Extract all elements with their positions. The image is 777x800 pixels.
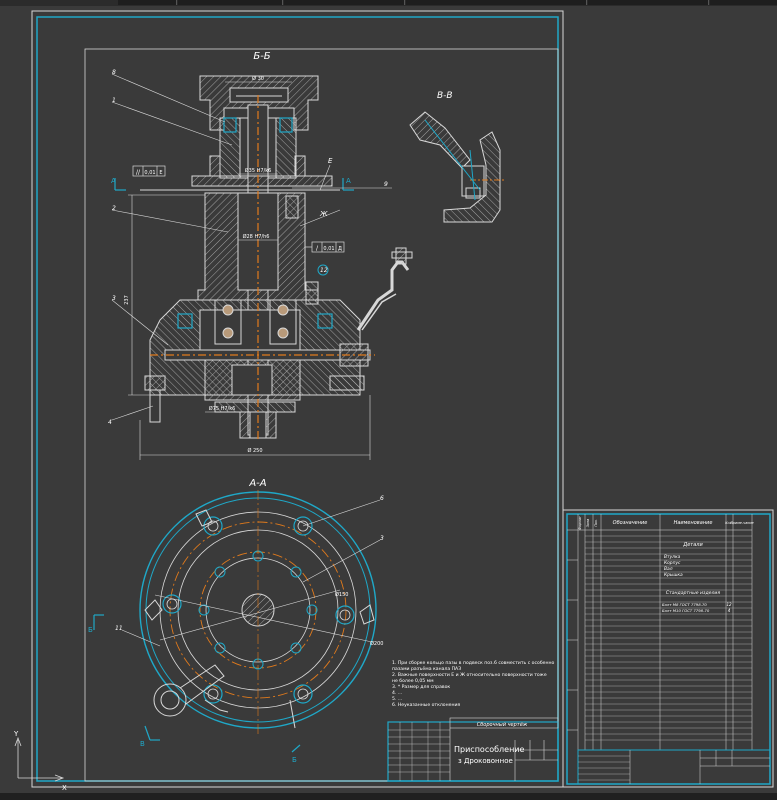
dim-base-width: Ø 250 (247, 447, 262, 454)
note-line: 2. Важные поверхности Е и Ж относительно… (392, 672, 547, 678)
spec-header-zone: Зона (586, 519, 590, 528)
tol1-value: 0,01 (144, 170, 155, 176)
note-line: 5. ... (392, 696, 402, 702)
spec-header-designation: Обозначение (613, 520, 648, 526)
spec-standard-qty: 12 (726, 602, 732, 607)
ucs-x-label: X (62, 784, 67, 792)
cad-drawing-canvas[interactable]: Б-Б Ø 30 Ø35 H7/k6 Ø28 H7/h6 Ø75 H7/k6 2… (0, 0, 777, 800)
callout-6: 6 (380, 495, 384, 502)
marker-e: Е (328, 157, 333, 165)
dim-low-fit: Ø75 H7/k6 (209, 405, 236, 412)
section-aa-drawing (139, 490, 377, 735)
marker-b-bottom: Б (292, 756, 297, 764)
callout-12: 12 (320, 267, 328, 274)
spec-standard-qty: 4 (728, 608, 731, 613)
spec-detail-row: Вал (664, 566, 673, 572)
technical-notes: 1. При сборке кольцо пазы в подвеск поз.… (392, 660, 554, 708)
title-top-row: Сборочный чертёж (477, 722, 528, 728)
spec-header-format: Формат (578, 515, 582, 530)
view-vv-drawing (409, 111, 505, 223)
marker-b: Б (88, 626, 93, 634)
callout-3: 3 (112, 295, 116, 302)
title-name-line1: Приспособление (454, 745, 525, 754)
title-name-line2: з Дроковонное (458, 757, 513, 765)
marker-a-right: A (346, 177, 351, 185)
note-line: пазами разъёма канала ПАЗ (392, 666, 461, 672)
view-title-aa: А-А (248, 478, 266, 489)
tol1-ref: Е (159, 170, 162, 176)
callout-4: 4 (108, 419, 112, 426)
callout-1: 1 (112, 97, 116, 104)
callout-2: 2 (112, 205, 116, 212)
spec-header-name: Наименование (674, 520, 713, 526)
spec-detail-row: Крышка (664, 572, 683, 578)
note-line: 3. * Размер для справок (392, 684, 450, 690)
spec-standard-row: Болт М10 ГОСТ 7798-70 (662, 608, 710, 613)
view-title-vv: В-В (437, 91, 453, 101)
tol2-value: 0,01 (323, 246, 334, 252)
note-line: 4. ... (392, 690, 402, 696)
callout-3-aa: 3 (380, 535, 384, 542)
note-line: 6. Неуказанные отклонения (392, 702, 460, 708)
dim-top-width: Ø 30 (252, 75, 264, 82)
tol2-ref: Д (338, 246, 342, 252)
spec-section-standard: Стандартные изделия (666, 590, 721, 596)
marker-a-left: A (111, 177, 116, 185)
spec-detail-row: Корпус (664, 560, 681, 566)
ucs-icon (14, 736, 65, 782)
section-bb-drawing (140, 75, 413, 439)
note-line: 1. При сборке кольцо пазы в подвеск поз.… (392, 660, 554, 666)
spec-section-details: Детали (682, 542, 703, 548)
dim-mid-fit: Ø28 H7/h6 (243, 233, 270, 240)
spec-header-pos: Поз. (594, 519, 598, 527)
callout-8: 8 (112, 69, 116, 76)
marker-v: В (140, 740, 145, 748)
note-line: не более 0,05 мм (392, 678, 434, 684)
view-title-bb: Б-Б (253, 51, 270, 62)
marker-zh: Ж (319, 210, 328, 218)
spec-standard-row: Болт М8 ГОСТ 7798-70 (662, 602, 707, 607)
dim-circle-large: Ø200 (370, 640, 383, 647)
tol1-symbol: // (136, 169, 141, 176)
dim-bore: Ø35 H7/k6 (245, 167, 272, 174)
markers-aa (93, 614, 301, 753)
tol2-symbol: / (316, 245, 319, 252)
spec-header-note: Приме-чание (730, 521, 753, 525)
spec-detail-row: Втулка (664, 554, 681, 560)
ucs-y-label: Y (13, 730, 19, 738)
dim-circle-small: Ø150 (335, 591, 348, 598)
callout-11: 11 (115, 625, 123, 632)
status-bar (0, 793, 777, 800)
callout-9: 9 (384, 181, 388, 188)
dim-height: 237 (124, 295, 130, 305)
